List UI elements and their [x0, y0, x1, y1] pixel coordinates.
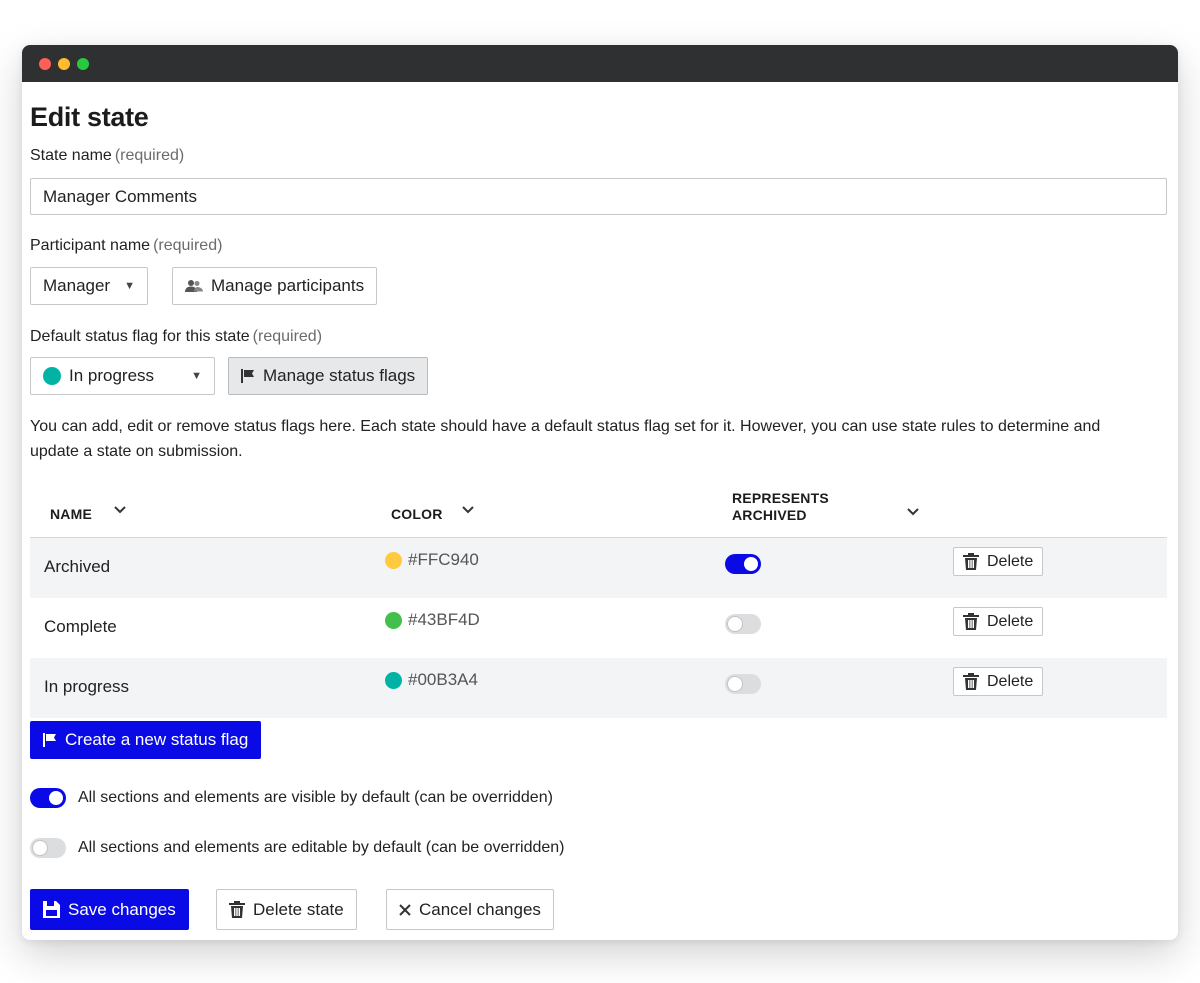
table-row: Archived #FFC940 Delete [30, 538, 1167, 598]
flag-name: Archived [44, 557, 111, 576]
app-window: Edit state State name(required) Particip… [22, 45, 1178, 940]
trash-icon [229, 901, 245, 918]
flag-color: #00B3A4 [385, 670, 478, 690]
represents-archived-toggle[interactable] [725, 674, 761, 694]
name-column-header[interactable]: NAME [50, 506, 92, 522]
help-text: You can add, edit or remove status flags… [30, 418, 1101, 460]
close-icon [399, 903, 411, 916]
represents-archived-column-header[interactable]: REPRESENTS ARCHIVED [732, 490, 829, 524]
flag-color: #FFC940 [385, 550, 479, 570]
editable-by-default-switch[interactable]: All sections and elements are editable b… [30, 838, 565, 858]
manage-participants-button[interactable]: Manage participants [172, 267, 378, 305]
maximize-window-button[interactable] [77, 57, 89, 70]
required-hint: (required) [252, 328, 323, 345]
required-hint: (required) [114, 147, 185, 164]
save-changes-button[interactable]: Save changes [30, 889, 189, 930]
participant-select[interactable]: Manager ▼ [30, 267, 148, 305]
status-flag-label: Default status flag for this state (requi… [30, 328, 323, 345]
participant-name-label: Participant name (required) [30, 237, 223, 254]
delete-flag-button[interactable]: Delete [953, 667, 1044, 696]
caret-down-icon: ▼ [124, 280, 135, 292]
delete-state-button[interactable]: Delete state [216, 889, 357, 930]
status-color-swatch [43, 367, 61, 385]
minimize-window-button[interactable] [58, 57, 70, 70]
trash-icon [963, 613, 979, 630]
table-header: NAME COLOR REPRESENTS ARCHIVED [30, 490, 1167, 538]
color-swatch [385, 551, 402, 569]
status-flags-table: NAME COLOR REPRESENTS ARCHIVED Archived [30, 490, 1167, 718]
page-title: Edit state [30, 102, 149, 132]
state-name-label: State name (required) [30, 147, 185, 164]
edit-state-form: Edit state State name(required) Particip… [22, 82, 1178, 940]
visible-toggle[interactable] [30, 788, 66, 808]
color-swatch [385, 611, 402, 629]
chevron-down-icon[interactable] [114, 506, 126, 514]
delete-flag-button[interactable]: Delete [953, 547, 1044, 576]
close-window-button[interactable] [39, 57, 51, 70]
represents-archived-toggle[interactable] [725, 554, 761, 574]
required-hint: (required) [153, 237, 223, 254]
flag-icon [241, 369, 255, 383]
color-column-header[interactable]: COLOR [391, 506, 443, 522]
visible-by-default-switch[interactable]: All sections and elements are visible by… [30, 788, 553, 808]
users-icon [185, 279, 203, 293]
state-name-input[interactable] [30, 178, 1167, 215]
cancel-changes-button[interactable]: Cancel changes [386, 889, 554, 930]
window-titlebar [22, 45, 1178, 82]
trash-icon [963, 673, 979, 690]
table-row: Complete #43BF4D Delete [30, 598, 1167, 658]
chevron-down-icon[interactable] [462, 506, 474, 514]
editable-toggle[interactable] [30, 838, 66, 858]
table-row: In progress #00B3A4 Delete [30, 658, 1167, 718]
status-flag-select[interactable]: In progress ▼ [30, 357, 215, 395]
create-status-flag-button[interactable]: Create a new status flag [30, 721, 262, 759]
trash-icon [963, 553, 979, 570]
manage-status-flags-button[interactable]: Manage status flags [228, 357, 429, 395]
save-icon [43, 901, 60, 918]
flag-name: In progress [44, 677, 130, 696]
flag-icon [43, 733, 57, 747]
color-swatch [385, 671, 402, 689]
caret-down-icon: ▼ [191, 370, 202, 382]
represents-archived-toggle[interactable] [725, 614, 761, 634]
flag-color: #43BF4D [385, 610, 480, 630]
chevron-down-icon[interactable] [907, 508, 919, 516]
flag-name: Complete [44, 617, 117, 636]
delete-flag-button[interactable]: Delete [953, 607, 1044, 636]
